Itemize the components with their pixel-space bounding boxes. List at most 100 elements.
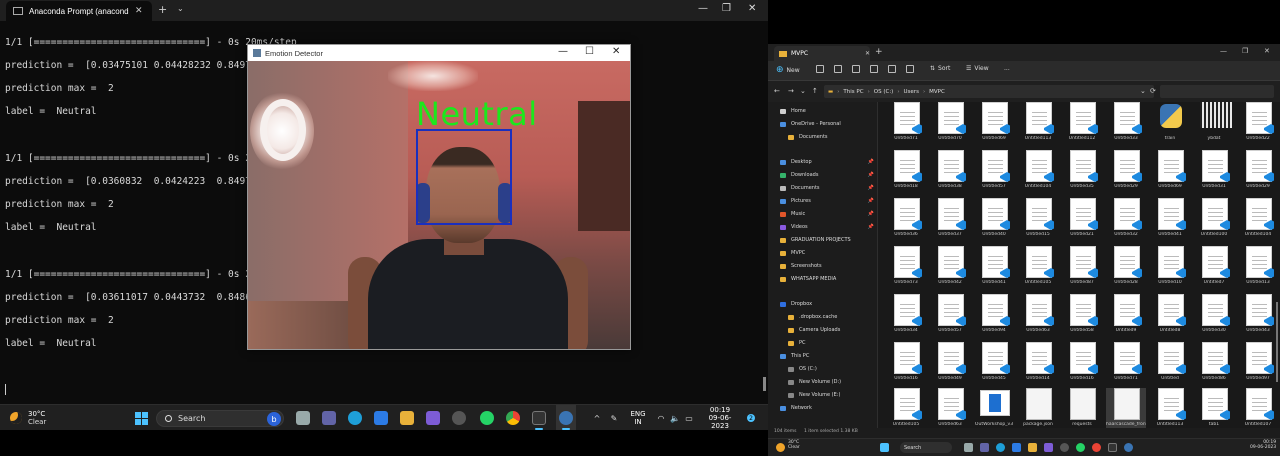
address-bar[interactable]: ▬ › This PC › OS (C:) › Users › MVPC (824, 85, 1154, 98)
explorer-tab[interactable]: MVPC ✕ (774, 46, 870, 61)
file-item[interactable]: Untitled13 (1238, 246, 1278, 292)
share-button[interactable] (888, 65, 899, 73)
rename-button[interactable] (870, 65, 881, 73)
pin-icon[interactable]: 📌 (868, 211, 874, 217)
file-item[interactable]: Untitled69 (974, 102, 1014, 148)
nav-item[interactable]: Documents 📌 (768, 182, 878, 194)
python-button[interactable] (556, 405, 576, 430)
file-item[interactable]: Untitled14 (1018, 342, 1058, 388)
pin-icon[interactable]: 📌 (868, 198, 874, 204)
file-item[interactable]: Untitled16 (1062, 342, 1102, 388)
maximize-button[interactable]: ❐ (1242, 47, 1248, 55)
moon-icon[interactable] (776, 443, 785, 452)
nav-item[interactable]: GRADUATION PROJECTS (768, 234, 878, 246)
file-item[interactable]: Untitled97 (1238, 342, 1278, 388)
nav-item[interactable]: Music 📌 (768, 208, 878, 220)
language-indicator[interactable]: ENG IN (628, 405, 648, 430)
file-item[interactable]: Untitled37 (930, 198, 970, 244)
nav-item[interactable]: New Volume (D:) (768, 376, 878, 388)
file-item[interactable]: Untitled29 (1106, 150, 1146, 196)
file-item[interactable]: train (1150, 102, 1190, 148)
task-view-icon[interactable] (964, 443, 973, 452)
close-tab-icon[interactable]: ✕ (865, 50, 870, 57)
terminal-scrollbar[interactable] (763, 377, 766, 391)
teams-icon[interactable] (980, 443, 989, 452)
bing-icon[interactable]: b (267, 412, 281, 426)
task-view-button[interactable] (294, 405, 312, 430)
file-item[interactable]: Untitled57 (974, 150, 1014, 196)
teams-button[interactable] (320, 405, 338, 430)
file-item[interactable]: Untitled40 (974, 198, 1014, 244)
scrollbar-thumb[interactable] (1276, 302, 1278, 382)
pin-icon[interactable]: 📌 (868, 172, 874, 178)
nav-item[interactable]: Home (768, 105, 878, 117)
nav-item[interactable]: New Volume (E:) (768, 389, 878, 401)
file-item[interactable]: Untitled33 (1106, 102, 1146, 148)
maximize-button[interactable]: ☐ (585, 46, 594, 57)
breadcrumb-item[interactable]: Users (904, 89, 919, 95)
file-item[interactable]: Untitled16 (886, 342, 926, 388)
nav-item[interactable]: Desktop 📌 (768, 156, 878, 168)
file-item[interactable]: ybdat (1194, 102, 1234, 148)
emotion-detector-window[interactable]: Emotion Detector — ☐ ✕ Neutral (247, 44, 631, 350)
clock[interactable]: 00:19 09-06-2023 (700, 405, 740, 430)
whatsapp-icon[interactable] (1076, 443, 1085, 452)
up-icon[interactable]: ↑ (812, 87, 818, 95)
nav-item[interactable]: MVPC (768, 247, 878, 259)
file-item[interactable]: Untitled35 (1062, 150, 1102, 196)
file-item[interactable]: Untitled38 (930, 150, 970, 196)
nav-item[interactable]: Screenshots (768, 260, 878, 272)
file-item[interactable]: Untitled22 (1238, 102, 1278, 148)
file-item[interactable]: Untitled58 (1062, 294, 1102, 340)
pin-icon[interactable]: 📌 (868, 159, 874, 165)
file-item[interactable]: Untitled87 (1062, 246, 1102, 292)
edge-icon[interactable] (996, 443, 1005, 452)
paste-button[interactable] (852, 65, 863, 73)
clock[interactable]: 00:19 09-06-2023 (1250, 440, 1276, 450)
nav-item[interactable]: PC (768, 337, 878, 349)
battery-icon[interactable]: ▭ (684, 405, 694, 430)
sort-button[interactable]: ⇅ Sort (930, 65, 950, 72)
file-item[interactable]: Untitled7 (1194, 246, 1234, 292)
file-item[interactable]: Untitled9 (1106, 294, 1146, 340)
file-item[interactable]: Untitled43 (1238, 294, 1278, 340)
file-item[interactable]: Untitled (1150, 342, 1190, 388)
nav-item[interactable]: Videos 📌 (768, 221, 878, 233)
breadcrumb-item[interactable]: MVPC (929, 89, 945, 95)
file-item[interactable]: Untitled31 (1194, 150, 1234, 196)
file-scrollbar[interactable] (1276, 102, 1279, 428)
close-button[interactable]: ✕ (748, 3, 756, 14)
close-button[interactable]: ✕ (612, 46, 620, 57)
chrome-button[interactable] (504, 405, 522, 430)
file-item[interactable]: Untitled28 (1106, 246, 1146, 292)
terminal-icon[interactable] (1108, 443, 1117, 452)
chevron-down-icon[interactable]: ⌄ (177, 4, 184, 13)
nav-item[interactable]: This PC (768, 350, 878, 362)
file-item[interactable]: Untitled69 (1150, 150, 1190, 196)
dell-icon[interactable] (1060, 443, 1069, 452)
file-item[interactable]: Untitled112 (1062, 102, 1102, 148)
new-tab-button[interactable]: + (875, 47, 883, 57)
delete-button[interactable] (906, 65, 917, 73)
file-item[interactable]: Untitled29 (1238, 150, 1278, 196)
file-item[interactable]: Untitled71 (886, 102, 926, 148)
view-button[interactable]: ☰ View (966, 65, 989, 72)
copy-button[interactable] (834, 65, 845, 73)
python-icon[interactable] (1124, 443, 1133, 452)
pin-icon[interactable]: 📌 (868, 224, 874, 230)
media-app-button[interactable] (424, 405, 442, 430)
refresh-icon[interactable]: ⟳ (1150, 87, 1156, 95)
cut-button[interactable] (816, 65, 827, 73)
explorer-search-input[interactable] (1160, 85, 1274, 98)
wifi-icon[interactable]: ◠ (656, 405, 666, 430)
chrome-icon[interactable] (1092, 443, 1101, 452)
chevron-down-icon[interactable]: ⌄ (800, 87, 806, 95)
minimize-button[interactable]: — (1220, 47, 1227, 55)
file-item[interactable]: Untitled15 (1018, 198, 1058, 244)
nav-item[interactable]: WHATSAPP MEDIA (768, 273, 878, 285)
terminal-tab[interactable]: Anaconda Prompt (anaconda ✕ (6, 1, 152, 21)
nav-item[interactable]: Pictures 📌 (768, 195, 878, 207)
mail-icon[interactable] (1012, 443, 1021, 452)
minimize-button[interactable]: — (698, 3, 708, 14)
forward-icon[interactable]: → (788, 87, 794, 95)
